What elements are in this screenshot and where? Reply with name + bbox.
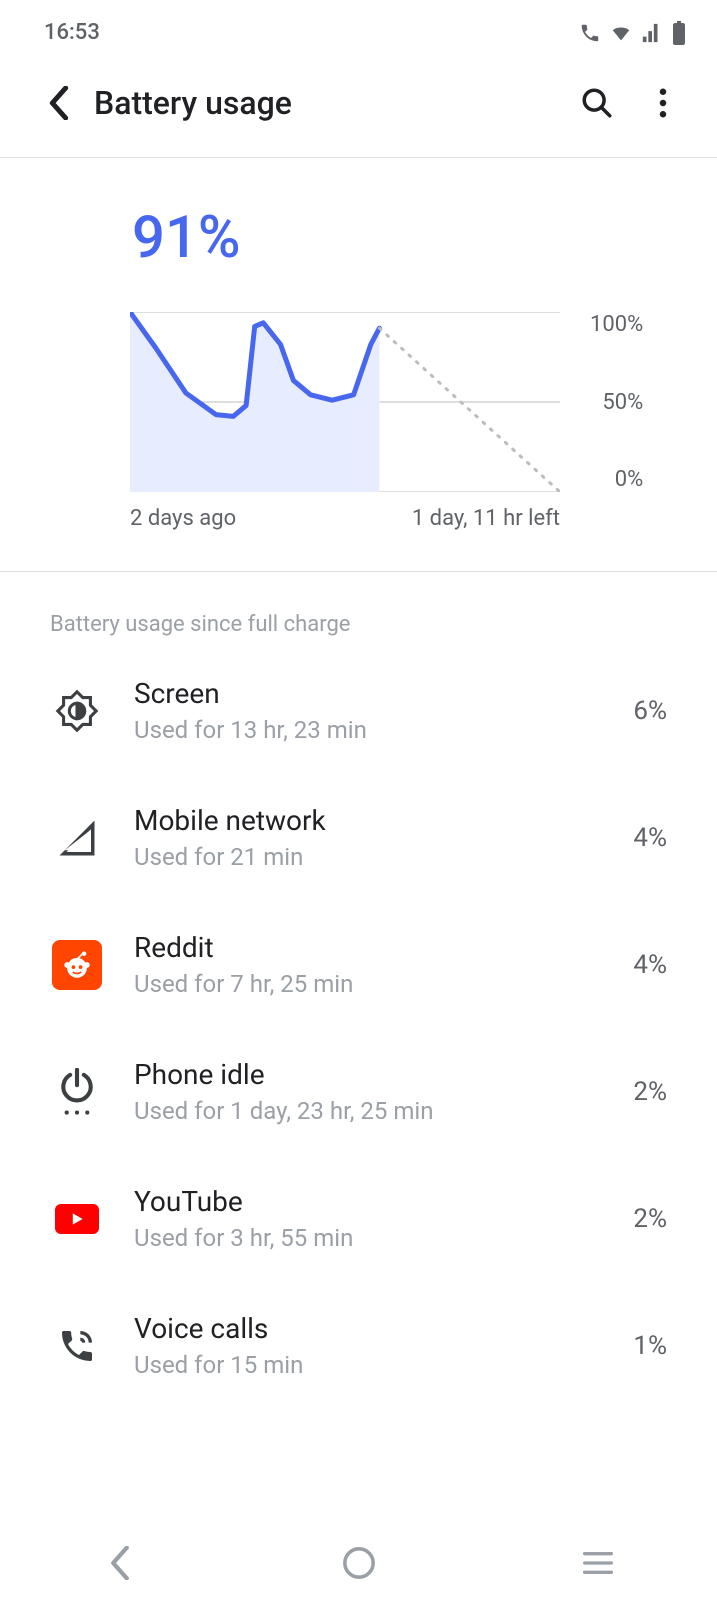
phone-icon — [50, 1319, 104, 1373]
status-time: 16:53 — [44, 20, 100, 45]
item-name: Phone idle — [134, 1058, 633, 1091]
battery-chart — [130, 312, 560, 492]
item-sub: Used for 3 hr, 55 min — [134, 1224, 633, 1252]
chevron-left-icon — [49, 86, 69, 120]
x-end-label: 1 day, 11 hr left — [412, 506, 560, 531]
item-sub: Used for 13 hr, 23 min — [134, 716, 633, 744]
item-pct: 4% — [633, 823, 667, 853]
nav-recent-button[interactable] — [568, 1533, 628, 1593]
chart-wrap: 2 days ago 1 day, 11 hr left 100% 50% 0% — [0, 312, 717, 531]
app-bar: Battery usage — [0, 57, 717, 157]
nav-home-button[interactable] — [329, 1533, 389, 1593]
back-button[interactable] — [44, 81, 74, 125]
list-item[interactable]: Mobile network Used for 21 min 4% — [50, 774, 667, 901]
reddit-icon — [50, 938, 104, 992]
item-name: Voice calls — [134, 1312, 633, 1345]
item-sub: Used for 21 min — [134, 843, 633, 871]
power-icon — [50, 1065, 104, 1119]
more-button[interactable] — [639, 79, 687, 127]
ytick-50: 50% — [590, 390, 643, 415]
item-name: Reddit — [134, 931, 633, 964]
battery-level: 91% — [132, 204, 717, 272]
chart-svg — [130, 312, 560, 492]
list-item[interactable]: Phone idle Used for 1 day, 23 hr, 25 min… — [50, 1028, 667, 1155]
ytick-100: 100% — [590, 312, 643, 337]
page-title: Battery usage — [94, 84, 555, 122]
navigation-bar — [0, 1526, 717, 1600]
usage-list: Screen Used for 13 hr, 23 min 6% Mobile … — [0, 647, 717, 1409]
cell-icon — [50, 811, 104, 865]
search-icon — [580, 86, 614, 120]
wifi-icon — [609, 22, 633, 44]
chart-area: 2 days ago 1 day, 11 hr left — [0, 312, 560, 531]
menu-icon — [582, 1550, 614, 1576]
chevron-left-icon — [109, 1546, 131, 1580]
item-pct: 4% — [633, 950, 667, 980]
item-name: Mobile network — [134, 804, 633, 837]
battery-icon — [671, 21, 687, 45]
chart-x-axis: 2 days ago 1 day, 11 hr left — [130, 506, 560, 531]
item-pct: 6% — [633, 696, 667, 726]
item-sub: Used for 7 hr, 25 min — [134, 970, 633, 998]
ytick-0: 0% — [590, 467, 643, 492]
signal-icon — [641, 22, 663, 44]
item-name: YouTube — [134, 1185, 633, 1218]
x-start-label: 2 days ago — [130, 506, 236, 531]
list-item[interactable]: Voice calls Used for 15 min 1% — [50, 1282, 667, 1409]
item-pct: 2% — [633, 1204, 667, 1234]
item-sub: Used for 1 day, 23 hr, 25 min — [134, 1097, 633, 1125]
circle-icon — [342, 1546, 376, 1580]
list-item[interactable]: YouTube Used for 3 hr, 55 min 2% — [50, 1155, 667, 1282]
item-pct: 1% — [633, 1331, 667, 1361]
list-item[interactable]: Reddit Used for 7 hr, 25 min 4% — [50, 901, 667, 1028]
list-item[interactable]: Screen Used for 13 hr, 23 min 6% — [50, 647, 667, 774]
brightness-icon — [50, 684, 104, 738]
chart-y-ticks: 100% 50% 0% — [590, 312, 643, 492]
item-pct: 2% — [633, 1077, 667, 1107]
status-bar: 16:53 — [0, 0, 717, 57]
item-sub: Used for 15 min — [134, 1351, 633, 1379]
status-icons — [579, 21, 687, 45]
section-label: Battery usage since full charge — [0, 572, 717, 647]
call-wifi-icon — [579, 22, 601, 44]
item-name: Screen — [134, 677, 633, 710]
nav-back-button[interactable] — [90, 1533, 150, 1593]
search-button[interactable] — [573, 79, 621, 127]
youtube-icon — [50, 1192, 104, 1246]
more-vert-icon — [659, 88, 667, 118]
battery-chart-section: 91% 2 days ago 1 day, 11 hr left 100% 50… — [0, 158, 717, 571]
